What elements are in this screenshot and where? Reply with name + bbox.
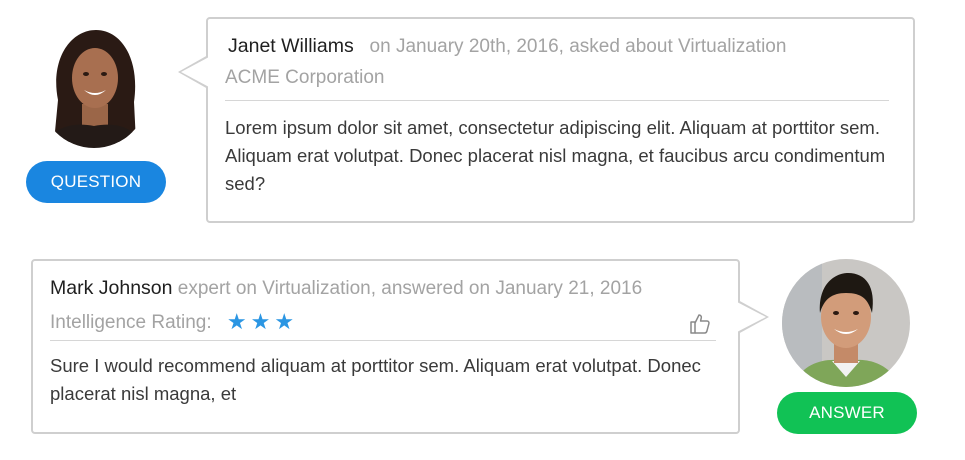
answer-body: Sure I would recommend aliquam at portti… [50, 355, 701, 404]
intelligence-rating: Intelligence Rating: ★★★ [50, 309, 298, 335]
questioner-name[interactable]: Janet Williams [228, 35, 354, 57]
answer-badge[interactable]: ANSWER [777, 392, 917, 434]
rating-stars: ★★★ [227, 309, 298, 335]
question-header: Janet Williams on January 20th, 2016, as… [228, 35, 786, 58]
bubble-pointer-fill [181, 57, 209, 87]
answerer-avatar [782, 259, 910, 387]
star-icon: ★ [274, 309, 299, 334]
questioner-company: ACME Corporation [225, 67, 385, 88]
star-icon: ★ [250, 309, 275, 334]
question-meta: on January 20th, 2016, asked about Virtu… [369, 36, 787, 57]
answer-header: Mark Johnson expert on Virtualization, a… [50, 277, 642, 300]
question-bubble: Janet Williams on January 20th, 2016, as… [178, 17, 915, 223]
answer-meta: expert on Virtualization, answered on Ja… [177, 278, 643, 299]
woman-portrait-image [40, 30, 148, 148]
question-badge[interactable]: QUESTION [26, 161, 166, 203]
man-portrait-image [782, 259, 910, 387]
thumbs-up-icon[interactable] [688, 312, 712, 336]
star-icon: ★ [226, 309, 251, 334]
rating-label: Intelligence Rating: [50, 312, 212, 333]
question-body: Lorem ipsum dolor sit amet, consectetur … [225, 117, 886, 194]
divider [225, 100, 889, 101]
answer-bubble: Mark Johnson expert on Virtualization, a… [31, 259, 769, 434]
bubble-pointer-fill [737, 302, 766, 332]
questioner-avatar [40, 30, 148, 148]
divider [50, 340, 716, 341]
answerer-name[interactable]: Mark Johnson [50, 277, 172, 299]
